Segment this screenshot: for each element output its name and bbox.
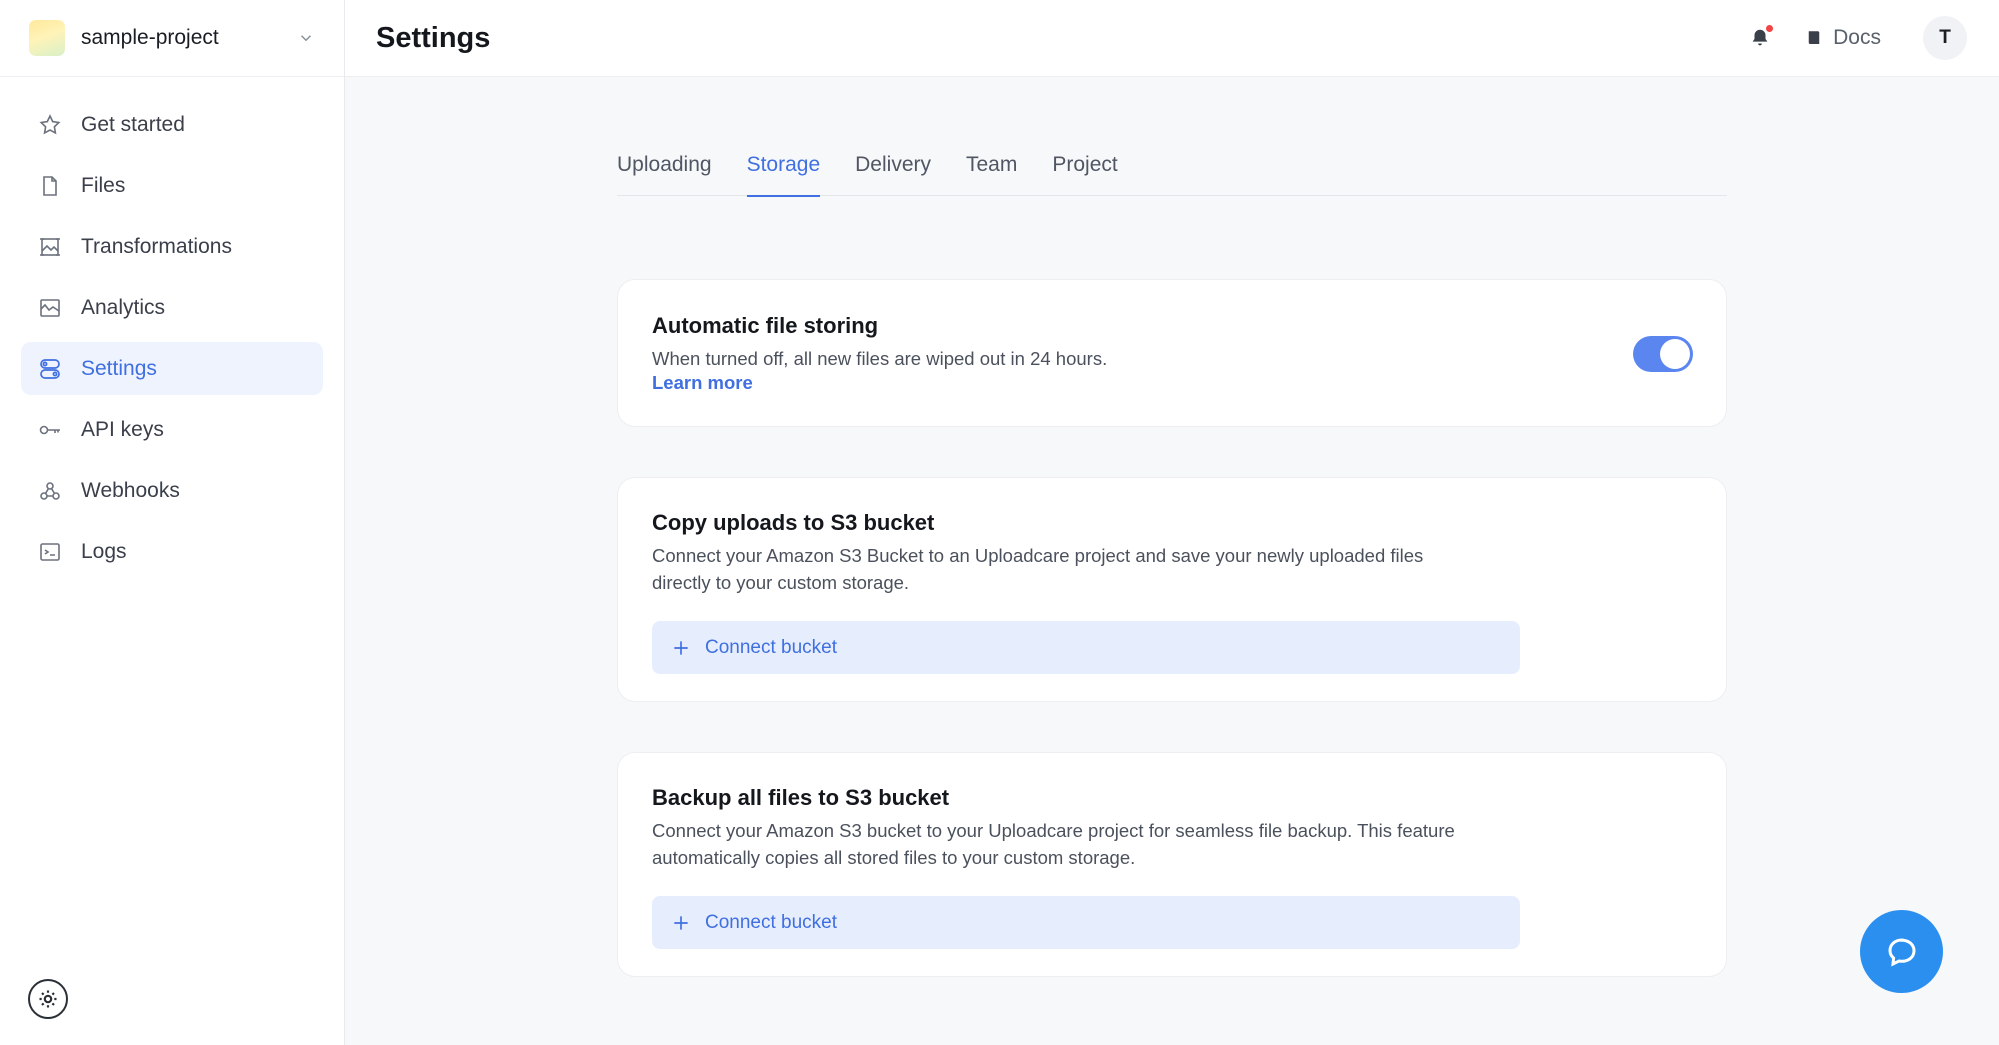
avatar[interactable]: T: [1923, 16, 1967, 60]
sidebar-item-label: Files: [81, 173, 126, 197]
book-icon: [1808, 31, 1820, 44]
project-switcher[interactable]: sample-project: [0, 0, 344, 77]
settings-tabs: Uploading Storage Delivery Team Project: [617, 148, 1727, 197]
button-label: Connect bucket: [705, 911, 838, 933]
support-chat-button[interactable]: [1860, 910, 1943, 993]
sidebar: sample-project Get started Files Transfo…: [0, 0, 345, 1045]
chart-icon: [40, 298, 60, 317]
sidebar-item-label: Settings: [81, 356, 157, 380]
top-bar: Settings Docs T: [345, 0, 1999, 77]
plus-icon: [674, 640, 688, 655]
card-title: Automatic file storing: [652, 313, 879, 338]
card-title: Backup all files to S3 bucket: [652, 785, 950, 810]
sidebar-item-label: Analytics: [81, 295, 166, 319]
sidebar-item-label: Transformations: [81, 234, 232, 258]
sidebar-item-label: API keys: [81, 417, 164, 441]
learn-more-link[interactable]: Learn more: [652, 372, 753, 393]
toggle-knob: [1660, 339, 1690, 369]
key-icon: [39, 425, 60, 434]
card-description: Connect your Amazon S3 Bucket to an Uplo…: [652, 542, 1692, 596]
sidebar-item-label: Webhooks: [81, 478, 180, 502]
card-title: Copy uploads to S3 bucket: [652, 510, 935, 535]
project-logo: [29, 20, 65, 56]
card-description-line: directly to your custom storage.: [652, 572, 910, 593]
project-name: sample-project: [81, 26, 219, 49]
webhook-icon: [40, 481, 60, 500]
notification-button[interactable]: [1749, 25, 1774, 50]
docs-link[interactable]: Docs: [1805, 26, 1881, 50]
chat-bubble-icon: [1887, 937, 1916, 967]
chevron-down-icon: [300, 35, 312, 42]
tab-storage[interactable]: Storage: [746, 148, 820, 197]
sidebar-item-settings[interactable]: Settings: [21, 342, 323, 395]
sidebar-item-api-keys[interactable]: API keys: [21, 403, 323, 456]
sidebar-item-transformations[interactable]: Transformations: [21, 220, 323, 273]
tab-project[interactable]: Project: [1052, 148, 1117, 196]
backup-s3-card: Backup all files to S3 bucket Connect yo…: [617, 752, 1727, 977]
card-description-line: automatically copies all stored files to…: [652, 847, 1136, 868]
copy-s3-card: Copy uploads to S3 bucket Connect your A…: [617, 477, 1727, 702]
settings-toggle-icon: [40, 358, 60, 379]
sidebar-item-logs[interactable]: Logs: [21, 525, 323, 578]
card-description: When turned off, all new files are wiped…: [652, 348, 1108, 369]
tab-delivery[interactable]: Delivery: [855, 148, 931, 196]
sidebar-item-analytics[interactable]: Analytics: [21, 281, 323, 334]
gear-icon[interactable]: [28, 979, 68, 1019]
connect-bucket-button[interactable]: Connect bucket: [652, 621, 1520, 674]
tab-team[interactable]: Team: [966, 148, 1017, 196]
button-label: Connect bucket: [705, 636, 838, 658]
card-description-line: Connect your Amazon S3 bucket to your Up…: [652, 820, 1455, 841]
auto-storing-toggle[interactable]: [1633, 336, 1693, 372]
auto-storing-card: Automatic file storing When turned off, …: [617, 279, 1727, 427]
file-icon: [43, 175, 57, 196]
plus-icon: [674, 915, 688, 930]
sidebar-item-webhooks[interactable]: Webhooks: [21, 464, 323, 517]
sidebar-item-label: Logs: [81, 539, 127, 563]
star-icon: [39, 113, 61, 134]
sidebar-item-label: Get started: [81, 112, 185, 136]
connect-bucket-button[interactable]: Connect bucket: [652, 896, 1520, 949]
sidebar-nav: Get started Files Transformations Analyt…: [0, 77, 344, 578]
page-title: Settings: [376, 21, 491, 54]
card-description-line: Connect your Amazon S3 Bucket to an Uplo…: [652, 545, 1424, 566]
sidebar-item-files[interactable]: Files: [21, 159, 323, 212]
docs-label: Docs: [1833, 26, 1881, 49]
card-description: Connect your Amazon S3 bucket to your Up…: [652, 817, 1692, 871]
terminal-icon: [40, 542, 60, 561]
image-transform-icon: [40, 237, 60, 256]
tab-uploading[interactable]: Uploading: [617, 148, 712, 196]
sidebar-item-get-started[interactable]: Get started: [21, 98, 323, 151]
notification-dot: [1766, 25, 1774, 32]
